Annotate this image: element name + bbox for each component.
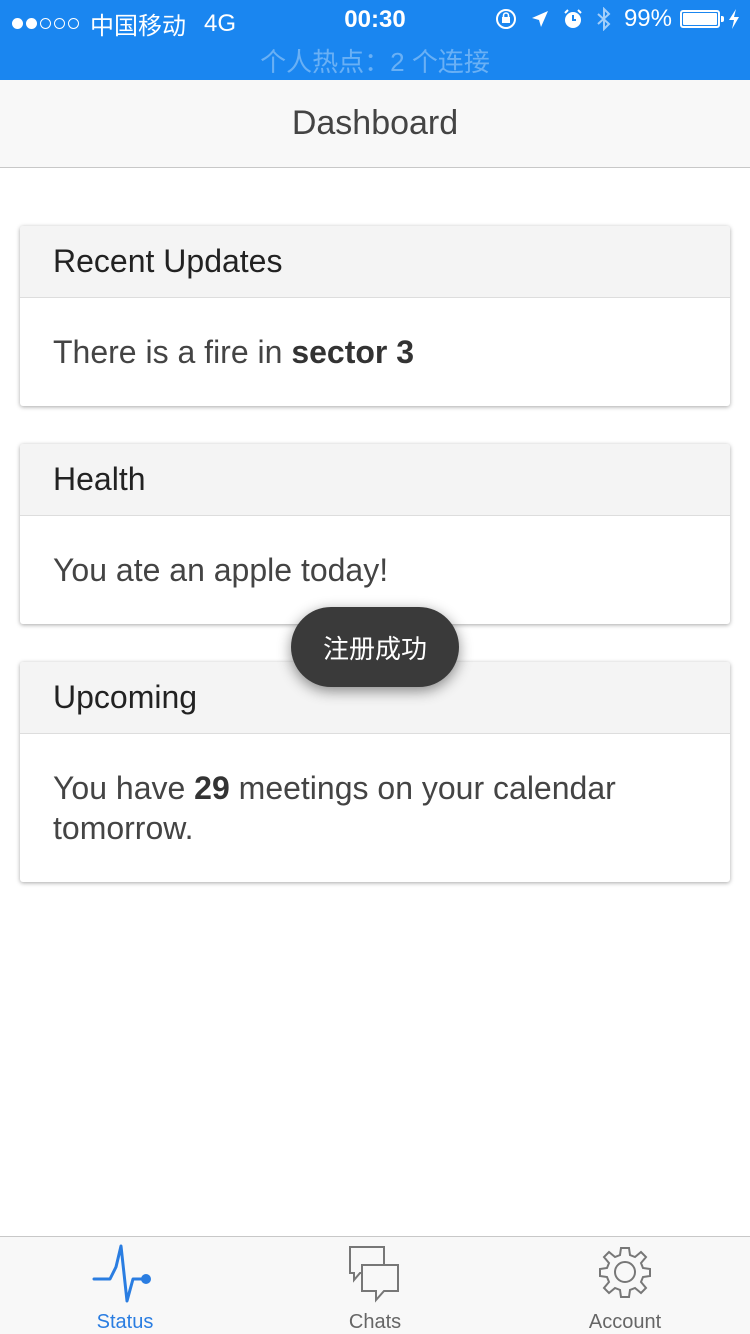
tab-chats[interactable]: Chats bbox=[250, 1237, 500, 1334]
card-recent-updates: Recent Updates There is a fire in sector… bbox=[20, 226, 730, 406]
tab-bar: Status Chats Account bbox=[0, 1236, 750, 1334]
bluetooth-icon bbox=[596, 7, 612, 31]
rotation-lock-icon bbox=[494, 7, 518, 31]
toast-message: 注册成功 bbox=[291, 607, 459, 687]
battery-icon bbox=[680, 10, 724, 28]
card-upcoming: Upcoming You have 29 meetings on your ca… bbox=[20, 662, 730, 882]
page-title: Dashboard bbox=[291, 104, 459, 142]
card-body: There is a fire in sector 3 bbox=[20, 298, 730, 406]
card-text: You ate an apple today! bbox=[53, 552, 389, 588]
hotspot-banner[interactable]: 个人热点：2 个连接 bbox=[0, 42, 750, 79]
card-bold-text: sector 3 bbox=[291, 334, 415, 370]
alarm-icon bbox=[562, 8, 584, 30]
location-icon bbox=[530, 9, 550, 29]
card-text: You have bbox=[53, 770, 195, 806]
battery-percent: 99% bbox=[623, 5, 672, 32]
tab-label: Chats bbox=[348, 1311, 402, 1333]
card-bold-text: 29 bbox=[194, 770, 230, 806]
tab-label: Status bbox=[96, 1311, 154, 1333]
pulse-icon bbox=[92, 1244, 151, 1303]
card-body: You have 29 meetings on your calendar to… bbox=[20, 734, 730, 882]
card-header: Recent Updates bbox=[20, 226, 730, 298]
tab-status[interactable]: Status bbox=[0, 1237, 250, 1334]
status-icons: 99% bbox=[482, 5, 740, 33]
tab-label: Account bbox=[588, 1311, 662, 1333]
charging-icon bbox=[728, 8, 740, 30]
card-text: There is a fire in bbox=[53, 334, 292, 370]
nav-bar: Dashboard bbox=[0, 80, 750, 168]
status-bar: 中国移动 4G 00:30 99% 个人热点：2 个连接 bbox=[0, 0, 750, 80]
tab-account[interactable]: Account bbox=[500, 1237, 750, 1334]
card-health: Health You ate an apple today! bbox=[20, 444, 730, 624]
chat-bubbles-icon bbox=[349, 1246, 399, 1303]
card-header: Health bbox=[20, 444, 730, 516]
gear-icon bbox=[599, 1247, 651, 1298]
